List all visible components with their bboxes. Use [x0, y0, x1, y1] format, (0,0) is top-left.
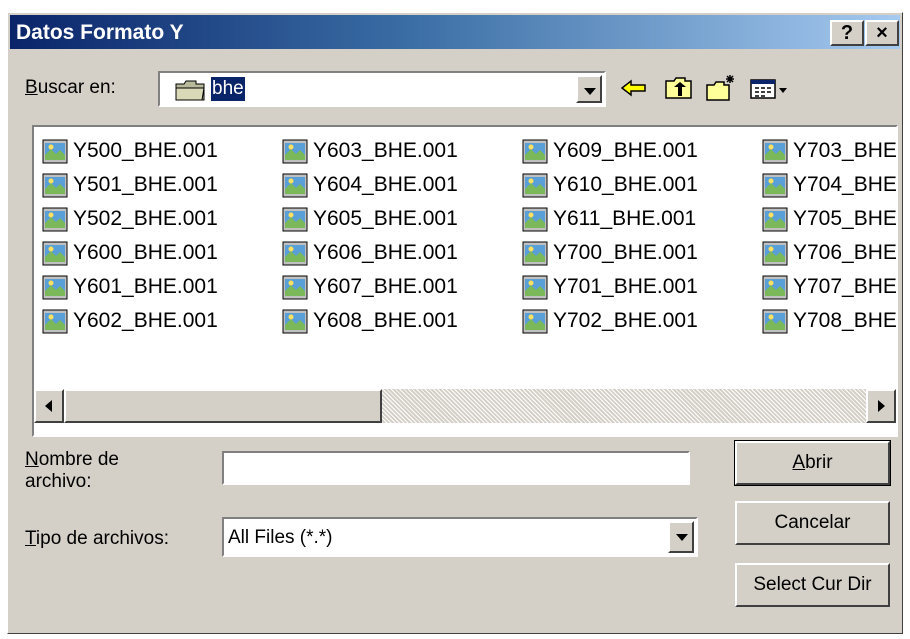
file-name: Y702_BHE.001 — [553, 309, 698, 332]
view-menu-button[interactable] — [748, 73, 790, 103]
new-folder-icon — [706, 75, 734, 101]
title-bar[interactable]: Datos Formato Y ? × — [10, 15, 900, 49]
file-list[interactable]: Y500_BHE.001 Y501_BHE.001 Y502_BHE.001 Y600… — [32, 125, 898, 437]
new-folder-button[interactable] — [705, 73, 737, 103]
up-folder-button[interactable] — [663, 73, 695, 103]
file-icon — [522, 173, 548, 198]
file-name: Y609_BHE.001 — [553, 139, 698, 162]
file-icon — [762, 207, 788, 232]
back-button[interactable] — [618, 73, 650, 103]
file-icon — [762, 173, 788, 198]
view-menu-icon — [750, 79, 787, 99]
look-in-label: Buscar en: — [25, 77, 116, 98]
close-icon: × — [876, 22, 888, 44]
file-icon — [522, 309, 548, 334]
file-name: Y605_BHE.001 — [313, 207, 458, 230]
file-icon — [282, 309, 308, 334]
file-name: Y706_BHE — [793, 241, 896, 264]
filetype-dropdown-button[interactable] — [668, 521, 694, 553]
up-folder-icon — [665, 77, 692, 99]
scroll-left-button[interactable] — [34, 389, 64, 423]
file-icon — [762, 275, 788, 300]
file-icon — [282, 139, 308, 164]
scrollbar-thumb[interactable] — [64, 389, 382, 423]
cancel-button[interactable]: Cancelar — [735, 501, 890, 545]
filetype-combobox[interactable]: All Files (*.*) — [222, 517, 698, 557]
file-icon — [522, 241, 548, 266]
file-name: Y700_BHE.001 — [553, 241, 698, 264]
file-name: Y705_BHE — [793, 207, 896, 230]
file-name: Y608_BHE.001 — [313, 309, 458, 332]
look-in-value: bhe — [211, 77, 245, 101]
file-icon — [42, 139, 68, 164]
file-name: Y704_BHE — [793, 173, 896, 196]
folder-icon — [175, 80, 205, 101]
file-name: Y502_BHE.001 — [73, 207, 218, 230]
file-name: Y701_BHE.001 — [553, 275, 698, 298]
file-icon — [762, 139, 788, 164]
filetype-label: Tipo de archivos: — [25, 528, 169, 549]
file-name: Y602_BHE.001 — [73, 309, 218, 332]
file-icon — [42, 309, 68, 334]
filetype-value: All Files (*.*) — [228, 527, 333, 548]
back-arrow-icon — [620, 79, 646, 97]
file-icon — [522, 139, 548, 164]
file-name: Y606_BHE.001 — [313, 241, 458, 264]
help-button[interactable]: ? — [830, 20, 864, 46]
file-name: Y604_BHE.001 — [313, 173, 458, 196]
file-icon — [282, 207, 308, 232]
filename-input[interactable] — [222, 451, 690, 485]
scroll-right-button[interactable] — [866, 389, 896, 423]
file-name: Y501_BHE.001 — [73, 173, 218, 196]
file-icon — [42, 275, 68, 300]
horizontal-scrollbar[interactable] — [34, 389, 896, 423]
file-icon — [42, 207, 68, 232]
window-title: Datos Formato Y — [16, 21, 184, 44]
file-icon — [762, 241, 788, 266]
file-name: Y703_BHE — [793, 139, 896, 162]
help-icon: ? — [840, 22, 854, 44]
file-name: Y601_BHE.001 — [73, 275, 218, 298]
file-icon — [282, 173, 308, 198]
file-name: Y607_BHE.001 — [313, 275, 458, 298]
filename-label: Nombre de archivo: — [25, 449, 120, 492]
file-icon — [42, 173, 68, 198]
file-name: Y500_BHE.001 — [73, 139, 218, 162]
select-cur-dir-button[interactable]: Select Cur Dir — [735, 563, 890, 607]
file-name: Y611_BHE.001 — [553, 207, 697, 230]
look-in-dropdown-button[interactable] — [576, 75, 602, 103]
file-name: Y610_BHE.001 — [553, 173, 698, 196]
file-icon — [282, 275, 308, 300]
file-name: Y707_BHE — [793, 275, 896, 298]
look-in-combobox[interactable]: bhe — [158, 71, 606, 107]
file-name: Y603_BHE.001 — [313, 139, 458, 162]
open-button[interactable]: Abrir — [734, 440, 891, 486]
file-list-items: Y500_BHE.001 Y501_BHE.001 Y502_BHE.001 Y600… — [34, 127, 896, 389]
file-name: Y600_BHE.001 — [73, 241, 218, 264]
file-name: Y708_BHE — [793, 309, 896, 332]
file-icon — [522, 275, 548, 300]
file-icon — [282, 241, 308, 266]
open-file-dialog: Datos Formato Y ? × Buscar en: bhe Y500_… — [7, 12, 903, 634]
close-button[interactable]: × — [865, 20, 899, 46]
file-icon — [762, 309, 788, 334]
file-icon — [42, 241, 68, 266]
file-icon — [522, 207, 548, 232]
